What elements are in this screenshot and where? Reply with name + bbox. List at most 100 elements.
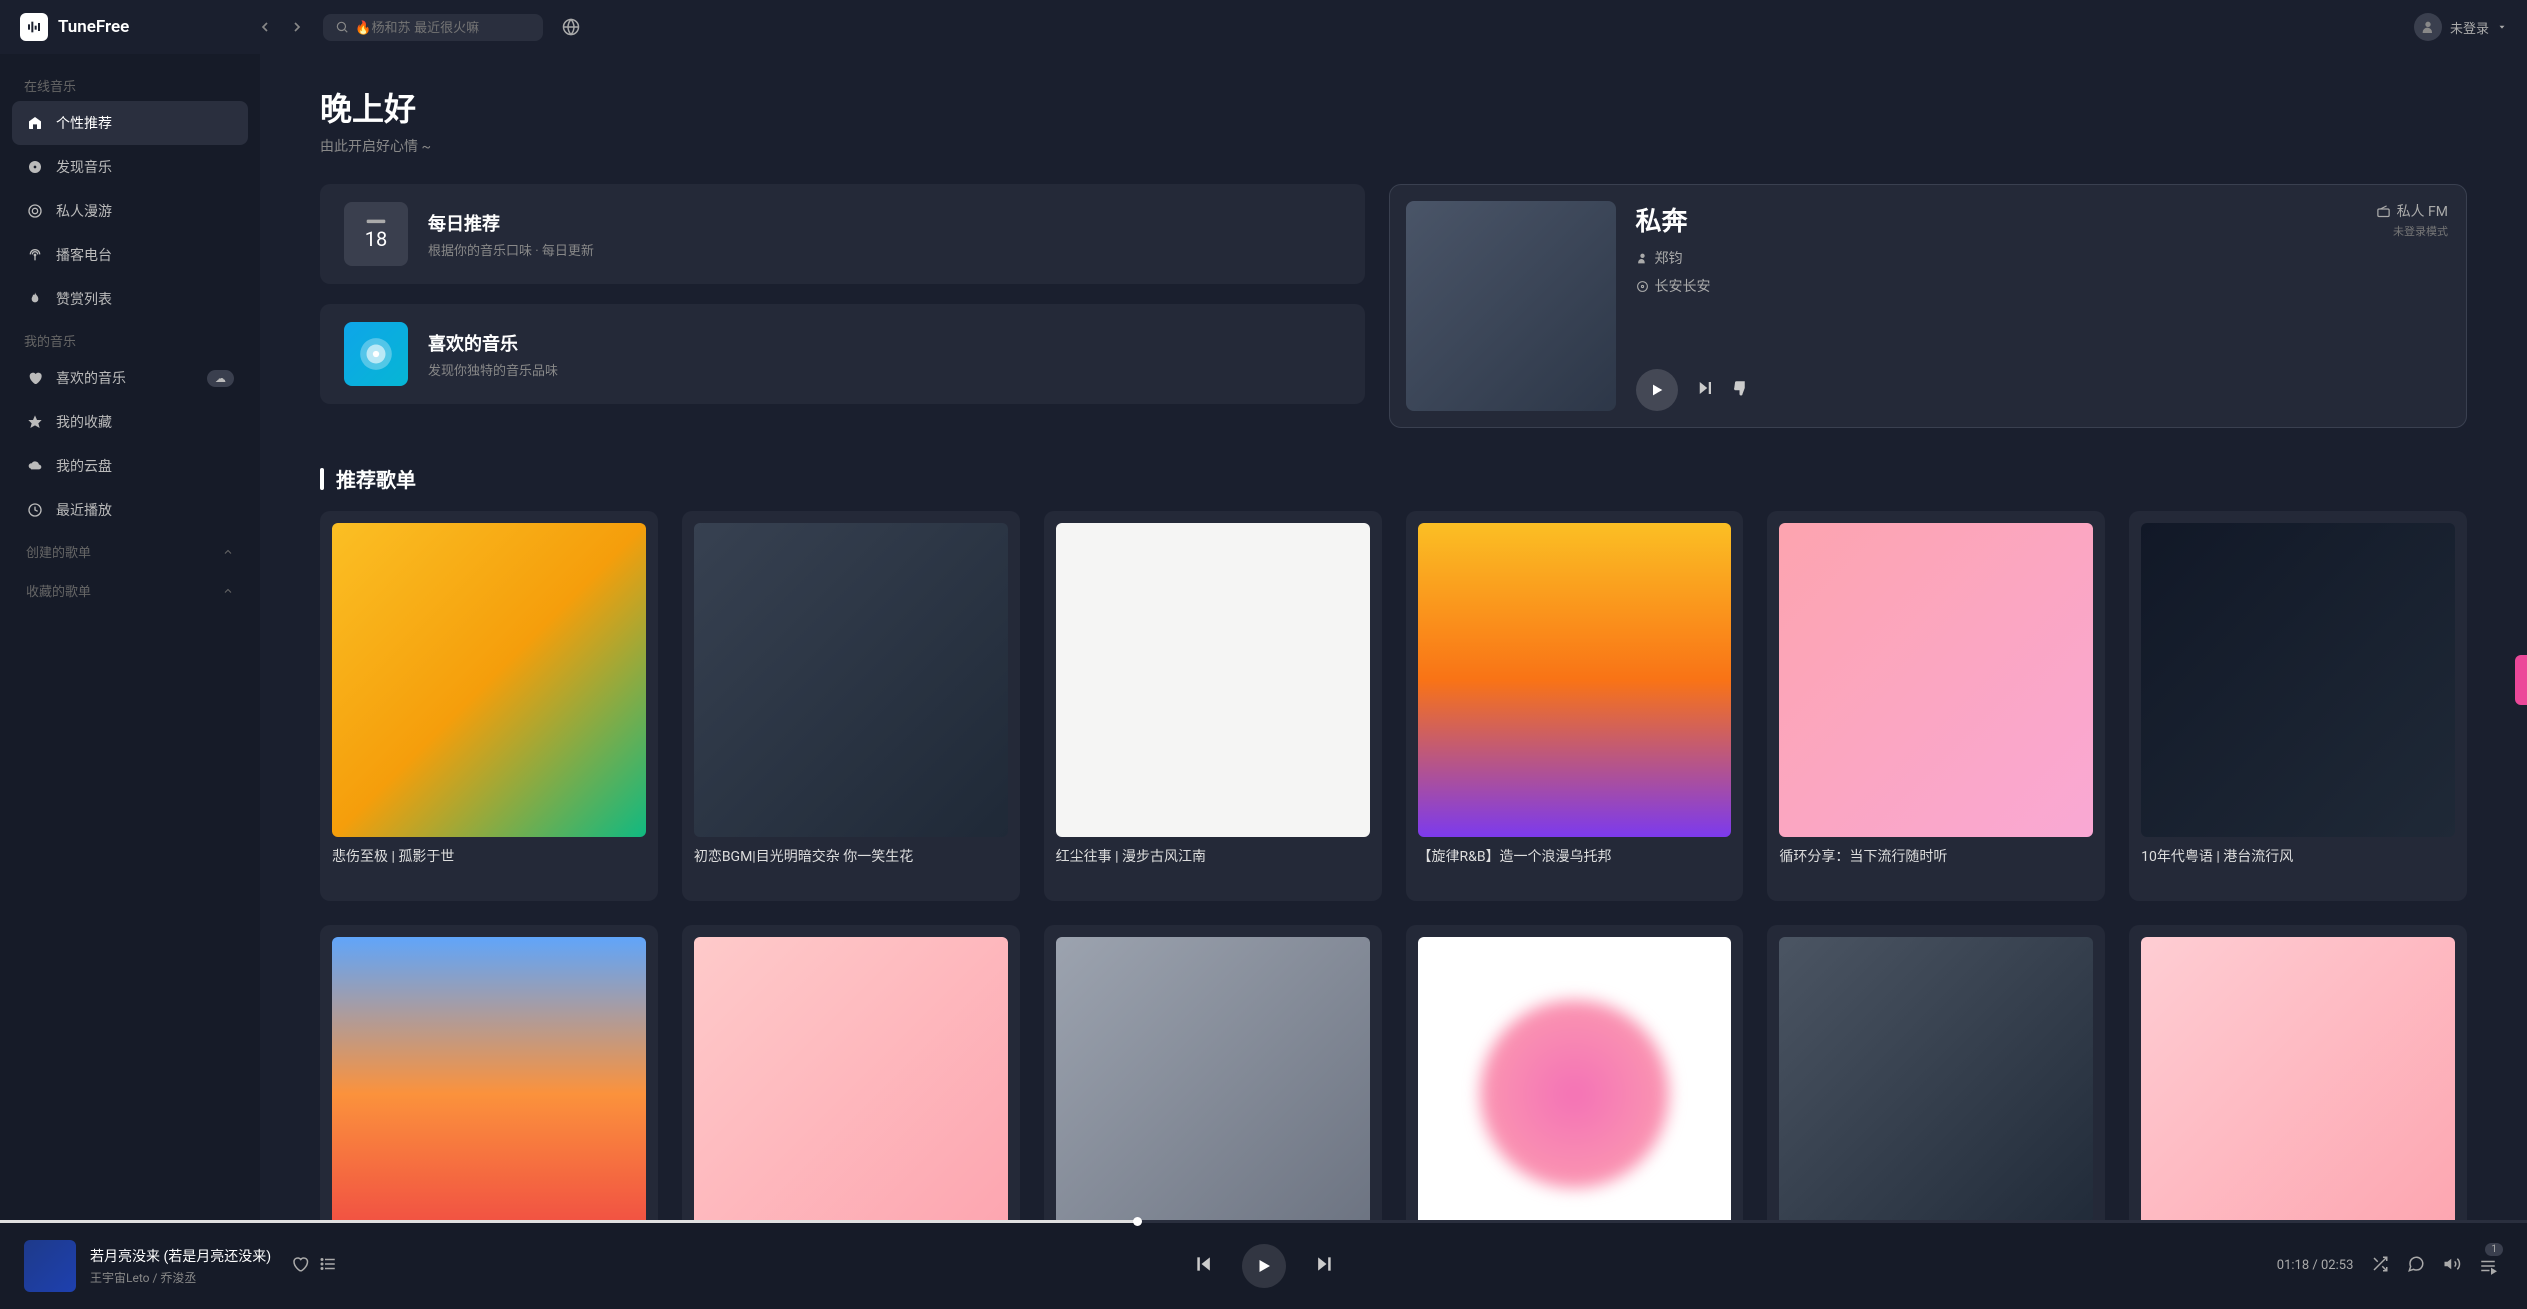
search-box[interactable] [323, 14, 543, 41]
fm-dislike-button[interactable] [1732, 379, 1750, 401]
cloud-badge: ☁ [207, 370, 234, 387]
next-button[interactable] [1314, 1254, 1334, 1278]
tile-title: 喜欢的音乐 [428, 330, 558, 356]
fm-cover[interactable] [1406, 201, 1616, 411]
now-playing-cover[interactable] [24, 1240, 76, 1292]
playlist-cover [1056, 937, 1370, 1221]
shuffle-button[interactable] [2371, 1255, 2389, 1277]
calendar-icon: 18 [344, 202, 408, 266]
playlist-cover [1779, 937, 2093, 1221]
comment-button[interactable] [2407, 1255, 2425, 1277]
radio-icon [2376, 204, 2391, 219]
comment-icon [2407, 1255, 2425, 1273]
playlist-card[interactable]: 听歌 发呆 想你. [2129, 925, 2467, 1221]
play-icon [1255, 1257, 1273, 1275]
section-indicator [320, 468, 324, 490]
playlist-card[interactable]: 循环分享：当下流行随时听 [1767, 511, 2105, 901]
playlist-card[interactable]: 初恋BGM|目光明暗交杂 你一笑生花 [682, 511, 1020, 901]
playlist-title: 10年代粤语 | 港台流行风 [2141, 847, 2455, 889]
sidebar-item-recent[interactable]: 最近播放 [12, 488, 248, 532]
language-button[interactable] [555, 11, 587, 43]
sidebar-item-label: 播客电台 [56, 245, 112, 265]
calendar-day: 18 [365, 227, 387, 251]
playlist-button[interactable] [319, 1255, 337, 1277]
play-button[interactable] [1242, 1244, 1286, 1288]
sidebar-item-recommend[interactable]: 个性推荐 [12, 101, 248, 145]
fm-play-button[interactable] [1636, 369, 1678, 411]
app-logo[interactable]: TuneFree [20, 13, 129, 41]
playlist-cover [1056, 523, 1370, 837]
time-display: 01:18 / 02:53 [2277, 1258, 2354, 1273]
liked-music-tile[interactable]: 喜欢的音乐 发现你独特的音乐品味 [320, 304, 1365, 404]
sidebar-collapse-label: 创建的歌单 [26, 542, 91, 561]
daily-recommend-tile[interactable]: 18 每日推荐 根据你的音乐口味 · 每日更新 [320, 184, 1365, 284]
prev-button[interactable] [1194, 1254, 1214, 1278]
volume-icon [2443, 1255, 2461, 1273]
thumbs-down-icon [1732, 379, 1750, 397]
volume-button[interactable] [2443, 1255, 2461, 1277]
playlist-card[interactable]: 悲伤至极 | 孤影于世 [320, 511, 658, 901]
playlist-cover [694, 523, 1008, 837]
sidebar-item-label: 赞赏列表 [56, 289, 112, 309]
user-menu[interactable]: 未登录 [2414, 13, 2507, 41]
play-icon [1649, 382, 1665, 398]
fm-album[interactable]: 长安长安 [1655, 276, 1711, 296]
sidebar-collected-playlists[interactable]: 收藏的歌单 [12, 571, 248, 610]
playlist-card[interactable]: 10年代粤语 | 港台流行风 [2129, 511, 2467, 901]
sidebar-item-liked[interactable]: 喜欢的音乐 ☁ [12, 356, 248, 400]
greeting: 晚上好 [320, 84, 2467, 130]
sidebar-item-donate[interactable]: 赞赏列表 [12, 277, 248, 321]
playlist-cover [1418, 937, 1732, 1221]
next-icon [1314, 1254, 1334, 1274]
playlist-cover [2141, 523, 2455, 837]
globe-icon [562, 18, 580, 36]
like-button[interactable] [291, 1255, 309, 1277]
fm-artist[interactable]: 郑钧 [1655, 248, 1683, 268]
sidebar-created-playlists[interactable]: 创建的歌单 [12, 532, 248, 571]
side-handle[interactable] [2515, 655, 2527, 705]
sidebar-item-collection[interactable]: 我的收藏 [12, 400, 248, 444]
queue-button[interactable]: 1 [2479, 1257, 2503, 1275]
sidebar-item-label: 私人漫游 [56, 201, 112, 221]
sidebar-item-label: 发现音乐 [56, 157, 112, 177]
sidebar-item-roam[interactable]: 私人漫游 [12, 189, 248, 233]
playlist-title: 循环分享：当下流行随时听 [1779, 847, 2093, 889]
roam-icon [26, 202, 44, 220]
search-input[interactable] [355, 20, 531, 35]
sidebar-item-discover[interactable]: 发现音乐 [12, 145, 248, 189]
sidebar-item-cloud[interactable]: 我的云盘 [12, 444, 248, 488]
next-icon [1696, 379, 1714, 397]
nav-forward-button[interactable] [283, 13, 311, 41]
nav-back-button[interactable] [251, 13, 279, 41]
playlist-card[interactable]: 红尘往事 | 漫步古风江南 [1044, 511, 1382, 901]
fm-next-button[interactable] [1696, 379, 1714, 401]
now-playing-artist[interactable]: 王宇宙Leto / 乔浚丞 [90, 1269, 271, 1286]
sidebar-item-label: 我的收藏 [56, 412, 112, 432]
playlist-card[interactable]: 人与人的羁绊本就薄如蝉翼0.8x [1044, 925, 1382, 1221]
playlist-card[interactable]: 【旋律R&B】造一个浪漫乌托邦 [1406, 511, 1744, 901]
sidebar-item-podcast[interactable]: 播客电台 [12, 233, 248, 277]
playlist-cover [332, 523, 646, 837]
progress-bar[interactable] [0, 1220, 2527, 1223]
section-title: 推荐歌单 [336, 464, 416, 493]
progress-thumb[interactable] [1133, 1217, 1142, 1226]
playlist-card[interactable]: 【晚霞和风】你和晚霞一样浪漫 [320, 925, 658, 1221]
playlist-cover [1418, 523, 1732, 837]
user-status: 未登录 [2450, 18, 2489, 37]
playlist-card[interactable]: 爱本身就是无解的命题 [1406, 925, 1744, 1221]
sidebar-item-label: 喜欢的音乐 [56, 368, 126, 388]
user-icon [2420, 19, 2436, 35]
now-playing-title[interactable]: 若月亮没来 (若是月亮还没来) [90, 1246, 271, 1266]
playlist-card[interactable]: 喜欢的歌要一直听 爱的人要拉紧 [682, 925, 1020, 1221]
playlist-card[interactable]: 车载奢靡享受Deep House深度灵魂慢摇 [1767, 925, 2105, 1221]
tile-sub: 发现你独特的音乐品味 [428, 360, 558, 379]
history-icon [26, 501, 44, 519]
fm-label: 私人 FM [2397, 201, 2448, 221]
player-bar: 若月亮没来 (若是月亮还没来) 王宇宙Leto / 乔浚丞 01:18 / 02… [0, 1221, 2527, 1309]
search-icon [335, 20, 349, 34]
star-icon [26, 413, 44, 431]
playlist-title: 红尘往事 | 漫步古风江南 [1056, 847, 1370, 889]
tile-title: 每日推荐 [428, 210, 594, 236]
disc-tile-icon [344, 322, 408, 386]
app-name: TuneFree [58, 17, 129, 37]
